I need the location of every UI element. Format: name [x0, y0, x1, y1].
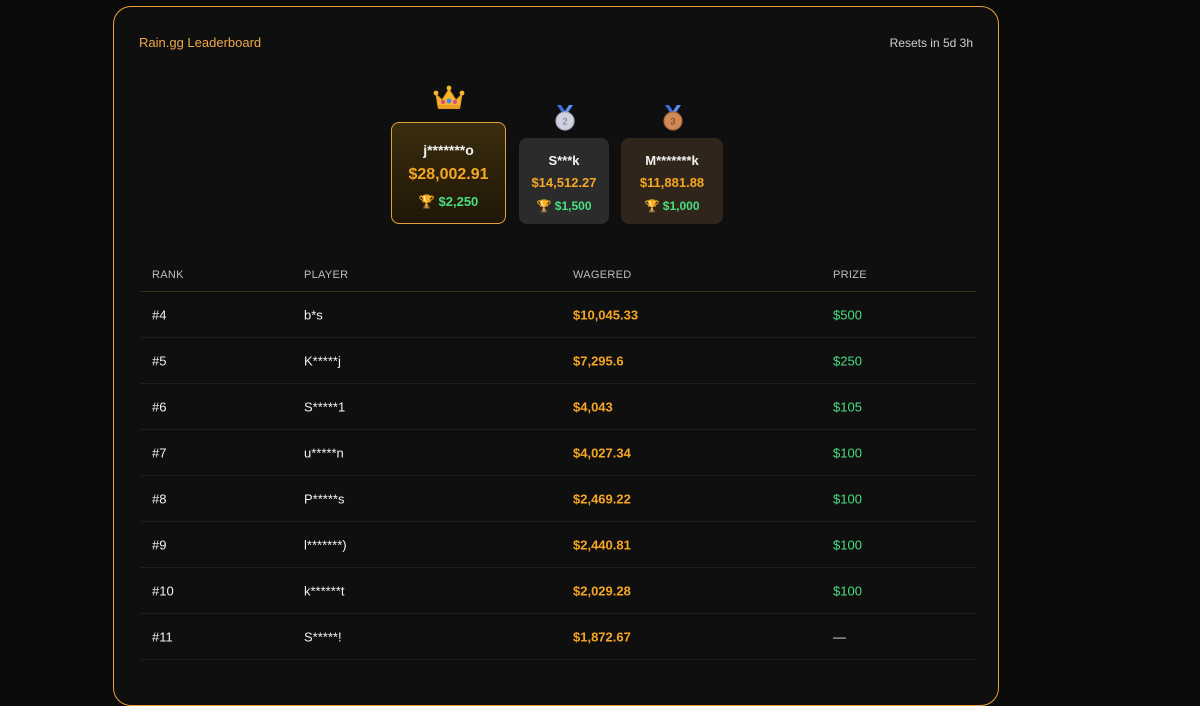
podium-prize: 🏆 $1,000 [621, 199, 723, 213]
podium-player-name: j*******o [423, 142, 474, 158]
row-prize: — [833, 629, 846, 644]
row-player: S*****1 [304, 399, 346, 414]
row-wagered: $10,045.33 [573, 307, 639, 322]
row-prize: $105 [833, 399, 862, 414]
row-wagered: $4,027.34 [573, 445, 631, 460]
row-prize: $100 [833, 491, 862, 506]
podium-prize: 🏆 $1,500 [519, 199, 609, 213]
svg-text:3: 3 [670, 117, 675, 127]
row-wagered: $7,295.6 [573, 353, 624, 368]
crown-icon [433, 85, 465, 116]
row-player: P*****s [304, 491, 345, 506]
table-row: #4 b*s $10,045.33 $500 [140, 292, 976, 338]
podium-player-name: S***k [548, 153, 580, 168]
podium-wagered: $28,002.91 [408, 166, 489, 183]
row-rank: #5 [152, 353, 167, 368]
table-body: #4 b*s $10,045.33 $500 #5 K*****j $7,295.6 $250… [140, 292, 976, 660]
trophy-icon: 🏆 [418, 194, 435, 209]
row-player: K*****j [304, 353, 341, 368]
row-player: b*s [304, 307, 323, 322]
podium-third-place: M*******k $11,881.88 🏆 $1,000 [621, 138, 723, 224]
leaderboard-table: RANK PLAYER WAGERED PRIZE #4 b*s $10,045.3… [140, 247, 976, 660]
row-rank: #9 [152, 537, 167, 552]
podium-prize-amount: $2,250 [438, 194, 479, 209]
header-prize: PRIZE [833, 269, 867, 281]
podium-prize: 🏆 $2,250 [392, 194, 505, 210]
table-row: #10 k******t $2,029.28 $100 [140, 568, 976, 614]
podium-player-name: M*******k [645, 153, 699, 168]
row-wagered: $4,043 [573, 399, 613, 414]
header-rank: RANK [152, 269, 184, 281]
row-prize: $100 [833, 445, 862, 460]
header-player: PLAYER [304, 269, 349, 281]
header-wagered: WAGERED [573, 269, 632, 281]
podium-first-place: j*******o $28,002.91 🏆 $2,250 [391, 122, 506, 224]
row-prize: $100 [833, 537, 862, 552]
table-header: RANK PLAYER WAGERED PRIZE [140, 247, 976, 292]
row-player: S*****! [304, 629, 342, 644]
table-row: #9 l*******) $2,440.81 $100 [140, 522, 976, 568]
row-player: k******t [304, 583, 345, 598]
podium-prize-amount: $1,000 [662, 199, 700, 213]
row-wagered: $2,469.22 [573, 491, 631, 506]
row-wagered: $1,872.67 [573, 629, 631, 644]
table-row: #7 u*****n $4,027.34 $100 [140, 430, 976, 476]
trophy-icon: 🏆 [536, 199, 552, 213]
row-rank: #6 [152, 399, 167, 414]
podium-wagered: $14,512.27 [531, 175, 597, 190]
row-wagered: $2,440.81 [573, 537, 631, 552]
table-row: #11 S*****! $1,872.67 — [140, 614, 976, 660]
row-rank: #7 [152, 445, 167, 460]
table-row: #6 S*****1 $4,043 $105 [140, 384, 976, 430]
row-rank: #8 [152, 491, 167, 506]
podium-wagered: $11,881.88 [639, 175, 705, 190]
row-player: l*******) [304, 537, 347, 552]
leaderboard-card: Rain.gg Leaderboard Resets in 5d 3h 2 3 … [113, 6, 999, 706]
row-prize: $500 [833, 307, 862, 322]
row-rank: #11 [152, 629, 173, 644]
table-row: #8 P*****s $2,469.22 $100 [140, 476, 976, 522]
silver-medal-icon: 2 [553, 105, 577, 136]
row-player: u*****n [304, 445, 344, 460]
bronze-medal-icon: 3 [661, 105, 685, 136]
row-prize: $100 [833, 583, 862, 598]
podium: 2 3 j*******o $28,002.91 🏆 $2,250 S***k … [114, 7, 998, 237]
row-wagered: $2,029.28 [573, 583, 631, 598]
svg-text:2: 2 [562, 117, 567, 127]
row-rank: #4 [152, 307, 167, 322]
table-row: #5 K*****j $7,295.6 $250 [140, 338, 976, 384]
podium-second-place: S***k $14,512.27 🏆 $1,500 [519, 138, 609, 224]
row-prize: $250 [833, 353, 862, 368]
podium-prize-amount: $1,500 [554, 199, 592, 213]
row-rank: #10 [152, 583, 174, 598]
trophy-icon: 🏆 [644, 199, 660, 213]
